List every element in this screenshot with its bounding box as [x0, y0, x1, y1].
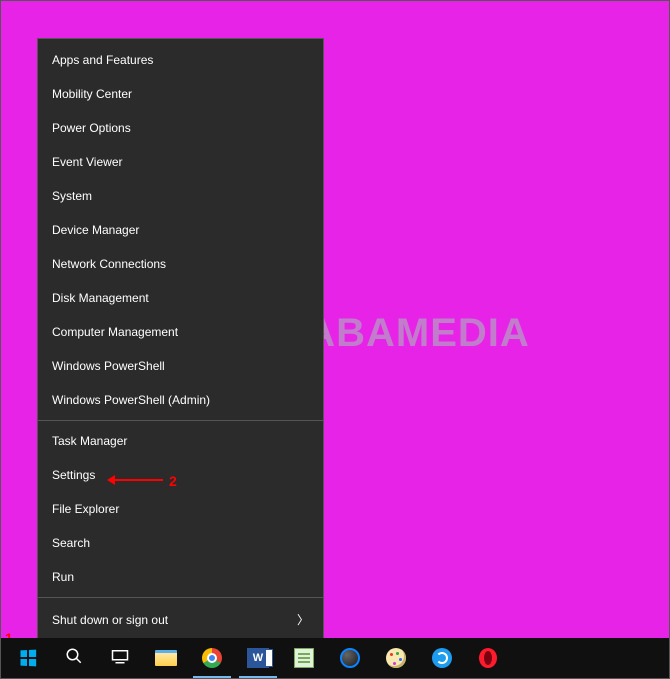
annotation-arrow: [113, 479, 163, 481]
menu-item-label: Shut down or sign out: [52, 613, 168, 627]
chevron-right-icon: 〉: [297, 611, 309, 628]
menu-item-label: Search: [52, 536, 90, 550]
task-view-icon: [111, 647, 129, 670]
notepadpp-icon: [294, 648, 314, 668]
menu-file-explorer[interactable]: File Explorer: [38, 492, 323, 526]
menu-separator: [38, 420, 323, 421]
taskbar-google-chrome[interactable]: [189, 638, 235, 678]
annotation-number-2: 2: [169, 473, 177, 489]
taskbar-microsoft-word[interactable]: W: [235, 638, 281, 678]
menu-mobility-center[interactable]: Mobility Center: [38, 77, 323, 111]
taskbar-sync-app[interactable]: [419, 638, 465, 678]
sync-icon: [432, 648, 452, 668]
menu-apps-and-features[interactable]: Apps and Features: [38, 43, 323, 77]
menu-item-label: System: [52, 189, 92, 203]
menu-task-manager[interactable]: Task Manager: [38, 424, 323, 458]
menu-windows-powershell-admin[interactable]: Windows PowerShell (Admin): [38, 383, 323, 417]
menu-windows-powershell[interactable]: Windows PowerShell: [38, 349, 323, 383]
opera-icon: [479, 648, 497, 668]
menu-settings[interactable]: Settings: [38, 458, 323, 492]
menu-item-label: File Explorer: [52, 502, 119, 516]
menu-item-label: Mobility Center: [52, 87, 132, 101]
word-icon: W: [247, 648, 269, 668]
menu-item-label: Settings: [52, 468, 95, 482]
taskbar-ms-paint[interactable]: [373, 638, 419, 678]
menu-system[interactable]: System: [38, 179, 323, 213]
search-icon: [65, 647, 83, 670]
chrome-icon: [202, 648, 222, 668]
desktop: NESABAMEDIA Apps and Features Mobility C…: [0, 0, 670, 679]
windows-logo-icon: [20, 650, 36, 667]
menu-item-label: Windows PowerShell (Admin): [52, 393, 210, 407]
menu-computer-management[interactable]: Computer Management: [38, 315, 323, 349]
start-button[interactable]: [5, 638, 51, 678]
menu-item-label: Power Options: [52, 121, 131, 135]
menu-disk-management[interactable]: Disk Management: [38, 281, 323, 315]
taskbar-media-player[interactable]: [327, 638, 373, 678]
menu-event-viewer[interactable]: Event Viewer: [38, 145, 323, 179]
taskbar-task-view-button[interactable]: [97, 638, 143, 678]
menu-item-label: Event Viewer: [52, 155, 122, 169]
menu-item-label: Disk Management: [52, 291, 149, 305]
menu-item-label: Run: [52, 570, 74, 584]
taskbar-file-explorer[interactable]: [143, 638, 189, 678]
menu-item-label: Computer Management: [52, 325, 178, 339]
menu-item-label: Apps and Features: [52, 53, 153, 67]
menu-device-manager[interactable]: Device Manager: [38, 213, 323, 247]
taskbar-opera-browser[interactable]: [465, 638, 511, 678]
menu-item-label: Task Manager: [52, 434, 127, 448]
menu-search[interactable]: Search: [38, 526, 323, 560]
menu-item-label: Windows PowerShell: [52, 359, 165, 373]
taskbar: W: [1, 638, 669, 678]
menu-network-connections[interactable]: Network Connections: [38, 247, 323, 281]
winx-context-menu: Apps and Features Mobility Center Power …: [37, 38, 324, 677]
menu-item-label: Network Connections: [52, 257, 166, 271]
quicktime-icon: [340, 648, 360, 668]
menu-shut-down-or-sign-out[interactable]: Shut down or sign out 〉: [38, 601, 323, 638]
menu-run[interactable]: Run: [38, 560, 323, 594]
file-explorer-icon: [155, 650, 177, 666]
taskbar-search-button[interactable]: [51, 638, 97, 678]
menu-power-options[interactable]: Power Options: [38, 111, 323, 145]
paint-icon: [386, 648, 406, 668]
taskbar-notepad-plus-plus[interactable]: [281, 638, 327, 678]
menu-item-label: Device Manager: [52, 223, 139, 237]
menu-separator: [38, 597, 323, 598]
